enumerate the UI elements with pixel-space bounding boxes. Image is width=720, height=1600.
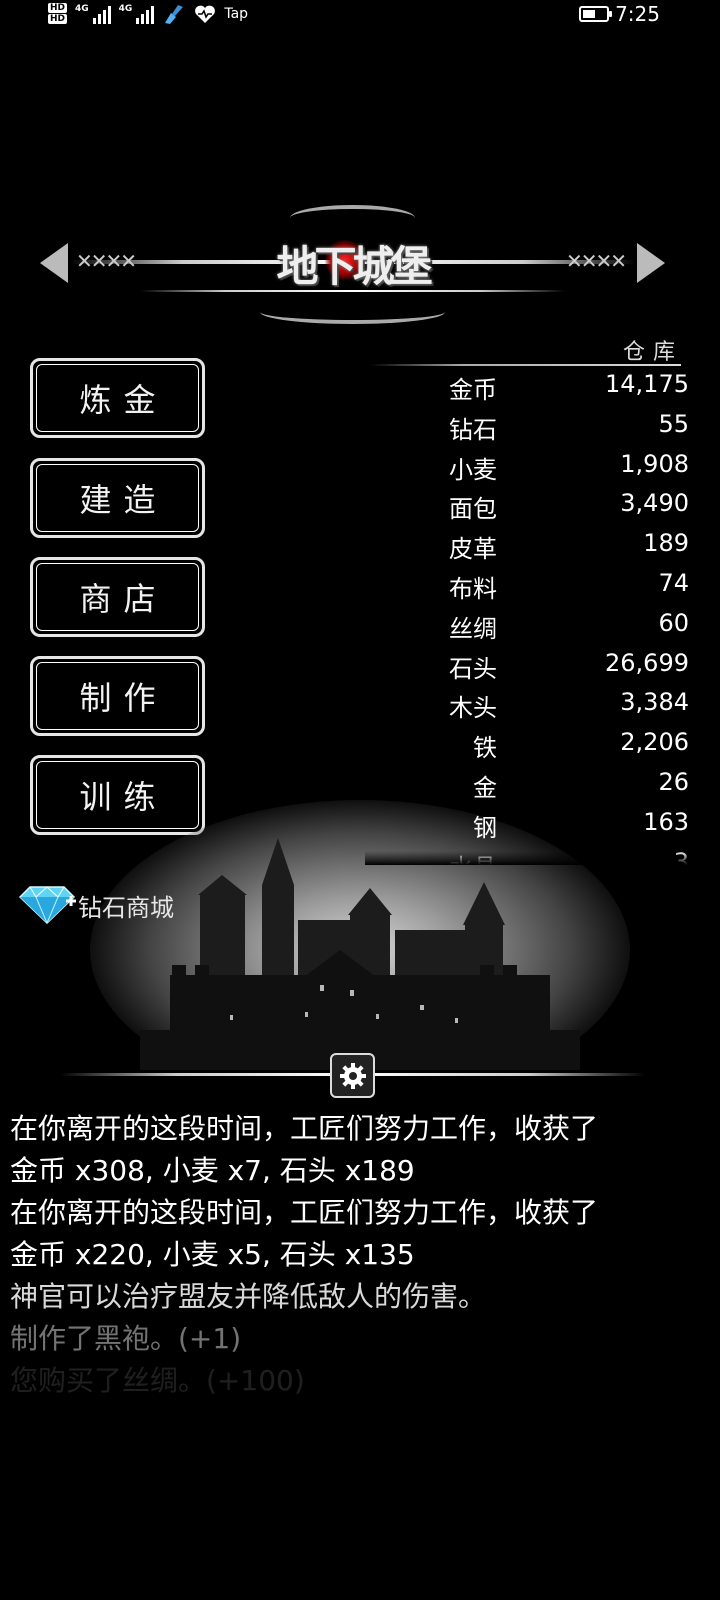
item-name: 金币	[449, 376, 497, 404]
log-line: 在你离开的这段时间，工匠们努力工作，收获了	[10, 1196, 599, 1229]
item-name: 金	[473, 773, 497, 802]
signal-icon-2: 4G	[119, 4, 155, 24]
item-name: 小麦	[449, 455, 497, 484]
warehouse-row-diamond: 钻石 55	[365, 406, 695, 446]
item-value: 55	[658, 409, 689, 438]
item-name: 面包	[449, 495, 497, 524]
heart-pulse-icon	[195, 5, 216, 23]
logo-title: 地下城堡	[276, 242, 432, 291]
item-name: 铁	[473, 734, 497, 763]
status-right: 7:25	[579, 0, 660, 28]
build-button-label: 建造	[79, 481, 168, 519]
settings-button[interactable]	[330, 1053, 375, 1098]
item-value: 1,908	[620, 449, 689, 478]
item-name: 石头	[449, 654, 497, 683]
clock: 7:25	[615, 2, 660, 26]
alchemy-button-label: 炼金	[79, 381, 168, 419]
log-line: 在你离开的这段时间，工匠们努力工作，收获了	[10, 1112, 599, 1145]
diamond-icon	[18, 886, 76, 925]
hd-badges: HD HD	[48, 3, 68, 25]
item-name: 布料	[449, 574, 497, 603]
log-line: 金币 x308, 小麦 x7, 石头 x189	[10, 1154, 415, 1187]
warehouse-row-leather: 皮革 189	[365, 525, 695, 565]
status-bar: HD HD 4G 4G Tap 7:25	[0, 0, 720, 30]
warehouse-row-gold: 金 26	[365, 764, 695, 804]
item-name: 钻石	[449, 415, 497, 444]
hd-badge-2: HD	[48, 14, 68, 24]
item-value: 163	[643, 807, 689, 836]
item-value: 14,175	[605, 370, 689, 398]
broom-icon	[165, 5, 184, 24]
hd-badge-1: HD	[48, 3, 68, 13]
warehouse-row-wood: 木头 3,384	[365, 684, 695, 724]
log-line: 金币 x220, 小麦 x5, 石头 x135	[10, 1238, 415, 1271]
logo-crest-top	[290, 205, 415, 231]
message-log[interactable]: 在你离开的这段时间，工匠们努力工作，收获了 金币 x308, 小麦 x7, 石头…	[10, 1108, 710, 1402]
warehouse-row-silk: 丝绸 60	[365, 605, 695, 645]
battery-icon	[579, 6, 613, 22]
warehouse-scroll-fade	[365, 851, 695, 865]
app-label: Tap	[224, 6, 249, 22]
warehouse-row-wheat: 小麦 1,908	[365, 446, 695, 486]
warehouse-title: 仓库	[622, 340, 683, 365]
warehouse-row-bread: 面包 3,490	[365, 485, 695, 525]
diamond-shop-label: 钻石商城	[78, 893, 174, 922]
item-value: 3,490	[620, 489, 689, 518]
warehouse-row-cloth: 布料 74	[365, 565, 695, 605]
shop-button-label: 商店	[79, 580, 168, 618]
network-type-2: 4G	[118, 4, 133, 14]
item-value: 3,384	[620, 688, 689, 717]
network-type-1: 4G	[75, 4, 89, 14]
status-left: HD HD 4G 4G Tap	[48, 0, 248, 28]
gear-icon	[339, 1062, 366, 1089]
warehouse-row-steel: 钢 163	[365, 804, 695, 844]
craft-button[interactable]: 制作	[30, 656, 205, 736]
game-logo: ✕✕✕✕ ✕✕✕✕ 地下城堡	[40, 205, 665, 325]
warehouse-row-stone: 石头 26,699	[365, 645, 695, 685]
warehouse-row-gold-coin: 金币 14,175	[365, 366, 695, 406]
item-name: 木头	[449, 694, 497, 723]
diamond-shop-button[interactable]: 钻石商城	[18, 883, 174, 927]
item-value: 74	[658, 568, 689, 597]
signal-icon-1: 4G	[75, 4, 111, 24]
item-name: 钢	[473, 813, 497, 842]
logo-crest-bottom	[260, 300, 445, 324]
item-name: 皮革	[449, 535, 497, 564]
item-value: 26	[658, 767, 689, 796]
item-name: 丝绸	[449, 614, 497, 643]
item-value: 26,699	[605, 648, 689, 677]
log-line: 您购买了丝绸。(+100)	[10, 1364, 305, 1397]
shop-button[interactable]: 商店	[30, 557, 205, 637]
item-value: 2,206	[620, 728, 689, 757]
item-value: 189	[643, 529, 689, 558]
log-line: 制作了黑袍。(+1)	[10, 1322, 242, 1355]
battery-fill	[583, 10, 596, 18]
build-button[interactable]: 建造	[30, 458, 205, 538]
log-line: 神官可以治疗盟友并降低敌人的伤害。	[10, 1280, 487, 1313]
warehouse-panel[interactable]: 仓库 金币 14,175 钻石 55 小麦 1,908 面包 3,490 皮革 …	[365, 330, 695, 865]
warehouse-list[interactable]: 金币 14,175 钻石 55 小麦 1,908 面包 3,490 皮革 189…	[365, 366, 695, 865]
craft-button-label: 制作	[79, 679, 168, 717]
item-value: 60	[658, 608, 689, 637]
warehouse-row-iron: 铁 2,206	[365, 724, 695, 764]
alchemy-button[interactable]: 炼金	[30, 358, 205, 438]
